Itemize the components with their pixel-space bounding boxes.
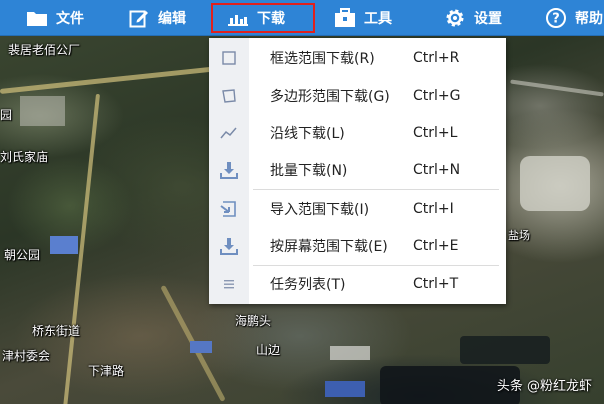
download-dropdown-menu: 框选范围下载(R) Ctrl+R 多边形范围下载(G) Ctrl+G 沿线下载(… (209, 38, 506, 304)
menu-item-shortcut: Ctrl+I (413, 201, 454, 217)
map-area (520, 156, 590, 211)
map-building (50, 236, 78, 254)
screen-download-icon (219, 236, 239, 256)
toolbar-settings-label: 设置 (474, 11, 502, 27)
map-place-label: 山边 (256, 343, 281, 357)
map-place-label: 园 (0, 108, 13, 122)
rectangle-select-icon (219, 48, 239, 68)
map-area (330, 346, 370, 360)
menu-item-shortcut: Ctrl+T (413, 276, 459, 292)
menu-item-shortcut: Ctrl+N (413, 162, 461, 178)
toolbar-settings-button[interactable]: 设置 (444, 0, 502, 36)
download-chart-icon (227, 8, 249, 28)
edit-icon (128, 8, 150, 28)
map-place-label: 刘氏家庙 (0, 150, 49, 164)
map-place-label: 海鹏头 (235, 314, 272, 328)
menu-item-label: 沿线下载(L) (270, 126, 345, 142)
menu-item-label: 框选范围下载(R) (270, 51, 375, 67)
map-place-label: 盐场 (508, 229, 530, 242)
menu-item-label: 任务列表(T) (270, 277, 346, 293)
map-road (510, 79, 604, 97)
menu-item-import-range-download[interactable]: 导入范围下载(I) Ctrl+I (209, 191, 506, 227)
menu-item-polygon-download[interactable]: 多边形范围下载(G) Ctrl+G (209, 78, 506, 114)
menu-item-label: 多边形范围下载(G) (270, 89, 390, 105)
map-pond (460, 336, 550, 364)
menu-item-rectangle-download[interactable]: 框选范围下载(R) Ctrl+R (209, 40, 506, 76)
toolbar-download-button[interactable]: 下载 (211, 3, 315, 33)
import-range-icon (219, 199, 239, 219)
toolbar-edit-label: 编辑 (158, 11, 186, 27)
batch-download-icon (219, 160, 239, 180)
svg-text:?: ? (552, 12, 560, 27)
toolbar-file-button[interactable]: 文件 (26, 0, 84, 36)
map-place-label: 下津路 (88, 364, 125, 378)
map-place-label: 朝公园 (4, 248, 41, 262)
menu-item-label: 导入范围下载(I) (270, 202, 370, 218)
menu-item-shortcut: Ctrl+E (413, 238, 459, 254)
polygon-select-icon (219, 86, 239, 106)
menu-item-shortcut: Ctrl+L (413, 125, 458, 141)
toolbar-edit-button[interactable]: 编辑 (128, 0, 186, 36)
menu-separator (253, 189, 499, 190)
menu-item-shortcut: Ctrl+G (413, 88, 461, 104)
map-place-label: 桥东街道 (32, 324, 81, 338)
menu-item-batch-download[interactable]: 批量下载(N) Ctrl+N (209, 152, 506, 188)
menu-item-task-list[interactable]: 任务列表(T) Ctrl+T (209, 266, 506, 302)
menu-item-label: 批量下载(N) (270, 163, 348, 179)
menu-item-screen-range-download[interactable]: 按屏幕范围下载(E) Ctrl+E (209, 228, 506, 264)
toolbar-file-label: 文件 (56, 11, 84, 27)
help-icon: ? (545, 8, 567, 28)
gear-icon (444, 8, 466, 28)
menu-item-polyline-download[interactable]: 沿线下载(L) Ctrl+L (209, 115, 506, 151)
map-place-label: 裴居老佰公厂 (8, 43, 81, 57)
toolbar-help-button[interactable]: ? 帮助 (545, 0, 603, 36)
toolbox-icon (334, 8, 356, 28)
map-road (0, 63, 239, 94)
menu-item-label: 按屏幕范围下载(E) (270, 239, 388, 255)
polyline-icon (219, 123, 239, 143)
map-building (325, 381, 365, 397)
watermark-text: 头条 @粉红龙虾 (496, 379, 592, 394)
menu-item-shortcut: Ctrl+R (413, 50, 460, 66)
toolbar-tools-button[interactable]: 工具 (334, 0, 392, 36)
toolbar-tools-label: 工具 (364, 11, 392, 27)
task-list-icon (219, 274, 239, 294)
folder-icon (26, 8, 48, 28)
toolbar-help-label: 帮助 (575, 11, 603, 27)
main-toolbar: 文件 编辑 下载 工具 设置 ? 帮助 (0, 0, 604, 36)
map-building (190, 341, 212, 353)
toolbar-download-label: 下载 (257, 11, 285, 27)
map-place-label: 津村委会 (2, 349, 51, 363)
map-area (20, 96, 65, 126)
